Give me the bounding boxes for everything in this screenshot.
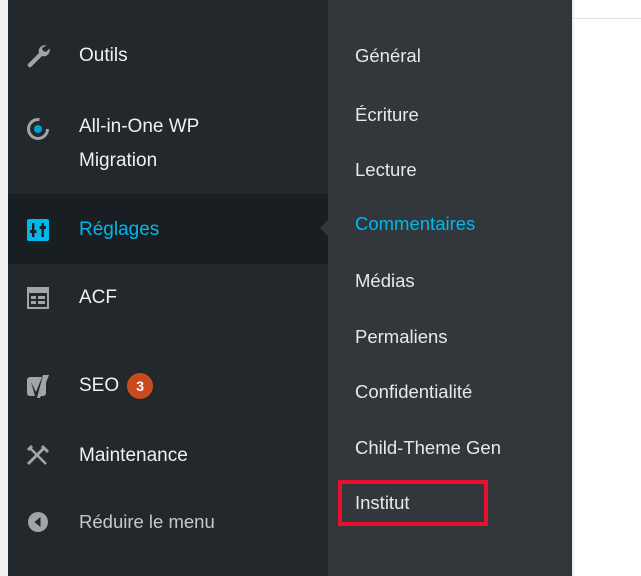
- sidebar-item-label: All-in-One WP: [79, 116, 200, 137]
- acf-table-icon: [25, 285, 51, 311]
- content-top-line: [572, 18, 641, 19]
- sidebar-item-all-in-one-wp-migration[interactable]: All-in-One WP Migration: [8, 108, 328, 180]
- highlight-box: [338, 480, 488, 526]
- submenu-item-medias[interactable]: Médias: [355, 267, 415, 295]
- collapse-arrow-icon: [25, 509, 51, 535]
- content-divider: [572, 0, 574, 576]
- submenu-item-child-theme-gen[interactable]: Child-Theme Gen: [355, 434, 501, 462]
- tools-cross-icon: [25, 443, 51, 469]
- sidebar-item-seo[interactable]: SEO 3: [8, 368, 328, 404]
- yoast-icon: [25, 373, 51, 399]
- content-area: [572, 0, 641, 576]
- submenu-item-permaliens[interactable]: Permaliens: [355, 323, 448, 351]
- settings-sliders-icon: [25, 217, 51, 243]
- sidebar-item-label: Réglages: [79, 219, 160, 240]
- wrench-icon: [25, 43, 51, 69]
- sidebar-item-maintenance[interactable]: Maintenance: [8, 438, 328, 474]
- collapse-menu-button[interactable]: Réduire le menu: [8, 504, 328, 540]
- submenu-item-confidentialite[interactable]: Confidentialité: [355, 378, 472, 406]
- sidebar-item-label: Maintenance: [79, 445, 188, 466]
- migration-icon: [25, 116, 51, 142]
- submenu-item-ecriture[interactable]: Écriture: [355, 101, 419, 129]
- seo-label: SEO: [79, 375, 120, 396]
- left-edge: [0, 0, 8, 576]
- submenu-item-general[interactable]: Général: [355, 42, 421, 70]
- notification-badge: 3: [127, 372, 154, 399]
- submenu-item-lecture[interactable]: Lecture: [355, 156, 417, 184]
- sidebar-item-label-line2: Migration: [79, 150, 158, 171]
- sidebar-item-label: Outils: [79, 45, 128, 66]
- submenu-item-commentaires[interactable]: Commentaires: [355, 210, 475, 238]
- sidebar-item-label: SEO 3: [79, 371, 154, 401]
- sidebar-item-outils[interactable]: Outils: [8, 38, 328, 74]
- sidebar-item-reglages[interactable]: Réglages: [8, 212, 328, 248]
- sidebar-item-label: Réduire le menu: [79, 511, 215, 532]
- admin-sidebar: Outils All-in-One WP Migration Réglages: [8, 0, 330, 576]
- sidebar-item-label: ACF: [79, 287, 117, 308]
- sidebar-item-acf[interactable]: ACF: [8, 280, 328, 316]
- settings-submenu: Général Écriture Lecture Commentaires Mé…: [328, 0, 572, 576]
